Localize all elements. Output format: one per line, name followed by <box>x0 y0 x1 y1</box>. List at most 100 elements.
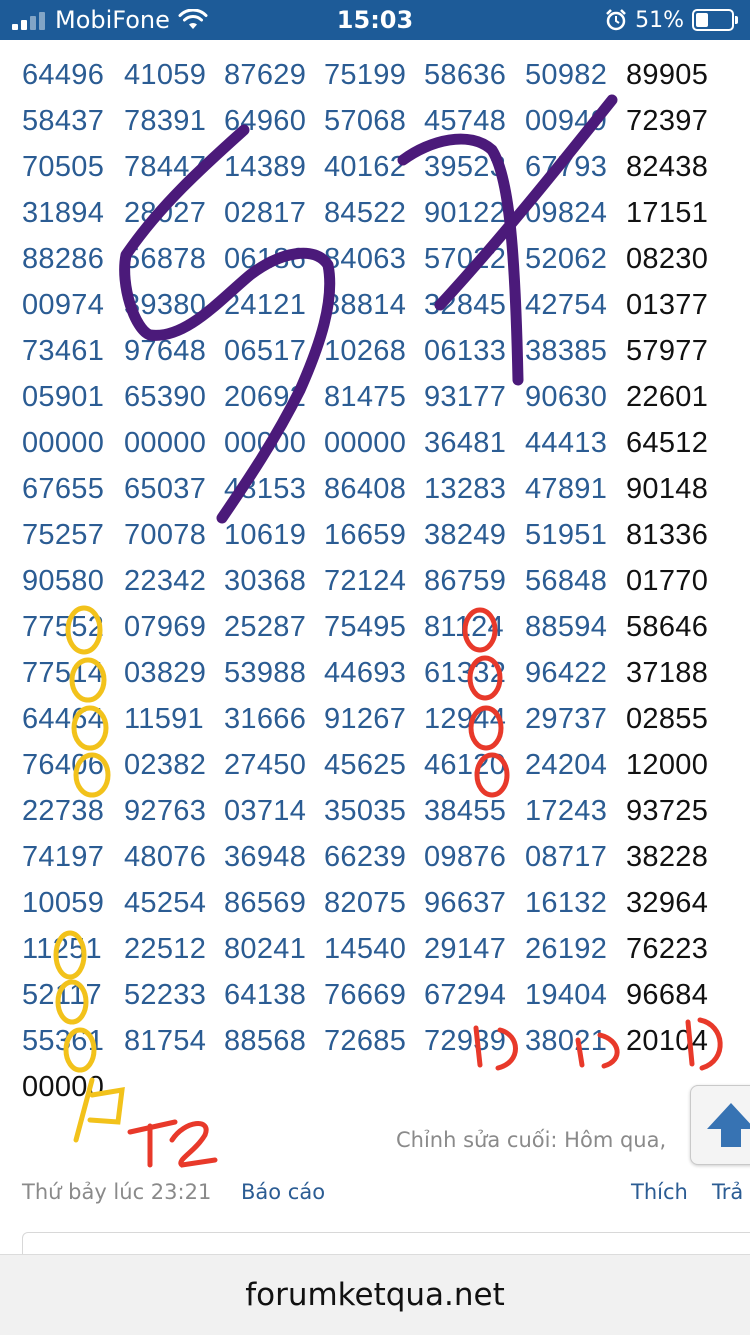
number-cell: 88814 <box>324 289 407 321</box>
number-cell: 77514 <box>22 657 105 689</box>
number-cell: 70078 <box>124 519 207 551</box>
number-row: 77514 03829 53988 44693 61332 96422 37188 <box>0 650 750 696</box>
number-cell: 16659 <box>324 519 407 551</box>
number-cell: 90122 <box>424 197 507 229</box>
number-cell: 11591 <box>124 703 204 735</box>
number-cell: 38249 <box>424 519 507 551</box>
number-cell: 78391 <box>124 105 207 137</box>
number-cell: 57022 <box>424 243 507 275</box>
number-cell: 67793 <box>525 151 608 183</box>
number-cell: 67294 <box>424 979 507 1011</box>
number-cell: 64138 <box>224 979 307 1011</box>
number-cell: 72124 <box>324 565 407 597</box>
number-cell: 88568 <box>224 1025 307 1057</box>
number-cell: 31894 <box>22 197 105 229</box>
number-cell: 06186 <box>224 243 307 275</box>
number-cell: 13283 <box>424 473 507 505</box>
number-cell: 48076 <box>124 841 207 873</box>
browser-address-bar[interactable]: forumketqua.net <box>0 1254 750 1335</box>
number-row: 00974 39380 24121 88814 32845 42754 01377 <box>0 282 750 328</box>
number-row: 76406 02382 27450 45625 46120 24204 12000 <box>0 742 750 788</box>
number-row: 55361 81754 88568 72685 72939 38021 20104 <box>0 1018 750 1064</box>
number-cell: 10059 <box>22 887 105 919</box>
number-cell: 67655 <box>22 473 105 505</box>
page-url: forumketqua.net <box>245 1277 505 1313</box>
number-cell: 39523 <box>424 151 507 183</box>
number-cell: 00949 <box>525 105 608 137</box>
number-cell: 90630 <box>525 381 608 413</box>
number-cell: 02382 <box>124 749 207 781</box>
number-cell: 42754 <box>525 289 608 321</box>
arrow-up-icon <box>707 1103 750 1147</box>
number-row: 10059 45254 86569 82075 96637 16132 32964 <box>0 880 750 926</box>
number-cell: 51951 <box>525 519 608 551</box>
number-cell: 36481 <box>424 427 507 459</box>
number-cell: 03829 <box>124 657 207 689</box>
number-cell: 96637 <box>424 887 507 919</box>
number-cell: 31666 <box>224 703 307 735</box>
number-cell: 03714 <box>224 795 307 827</box>
number-cell: 32845 <box>424 289 507 321</box>
number-cell: 38455 <box>424 795 507 827</box>
number-cell: 36948 <box>224 841 307 873</box>
number-cell: 72939 <box>424 1025 507 1057</box>
number-cell: 78447 <box>124 151 207 183</box>
like-link[interactable]: Thích <box>631 1180 688 1204</box>
results-number-grid: 64496 41059 87629 75199 58636 50982 89905 58437… <box>0 52 750 1110</box>
number-cell: 74197 <box>22 841 105 873</box>
number-row: 67655 65037 48153 86408 13283 47891 90148 <box>0 466 750 512</box>
number-row: 31894 28027 02817 84522 90122 09824 17151 <box>0 190 750 236</box>
battery-icon <box>692 9 738 31</box>
number-cell: 14389 <box>224 151 307 183</box>
number-cell: 75495 <box>324 611 407 643</box>
reply-link[interactable]: Trả <box>712 1180 743 1204</box>
number-row: 77552 07969 25287 75495 81124 88594 58646 <box>0 604 750 650</box>
edited-note: Chỉnh sửa cuối: Hôm qua, <box>396 1128 667 1152</box>
alarm-icon <box>606 9 626 31</box>
number-cell-last: 01770 <box>626 565 709 597</box>
number-cell: 88594 <box>525 611 608 643</box>
number-cell: 09824 <box>525 197 608 229</box>
number-cell: 72685 <box>324 1025 407 1057</box>
number-cell: 96422 <box>525 657 608 689</box>
scroll-to-top-button[interactable] <box>690 1085 750 1165</box>
number-cell: 00000 <box>124 427 207 459</box>
number-row: 64496 41059 87629 75199 58636 50982 89905 <box>0 52 750 98</box>
number-row: 70505 78447 14389 40162 39523 67793 82438 <box>0 144 750 190</box>
number-cell-last: 64512 <box>626 427 709 459</box>
number-cell: 92763 <box>124 795 207 827</box>
number-cell: 52117 <box>22 979 102 1011</box>
number-cell: 97648 <box>124 335 207 367</box>
number-cell-last: 38228 <box>626 841 709 873</box>
number-cell-last: 90148 <box>626 473 709 505</box>
number-cell: 44413 <box>525 427 608 459</box>
number-cell-last: 76223 <box>626 933 709 965</box>
number-cell: 00974 <box>22 289 105 321</box>
number-cell: 19404 <box>525 979 608 1011</box>
report-link[interactable]: Báo cáo <box>241 1180 325 1204</box>
number-row: 11251 22512 80241 14540 29147 26192 76223 <box>0 926 750 972</box>
number-cell: 11251 <box>22 933 102 965</box>
number-cell: 65390 <box>124 381 207 413</box>
number-cell-last: 93725 <box>626 795 709 827</box>
number-cell: 81754 <box>124 1025 207 1057</box>
number-cell: 81124 <box>424 611 504 643</box>
number-cell: 56848 <box>525 565 608 597</box>
number-row: 00000 00000 00000 00000 36481 44413 64512 <box>0 420 750 466</box>
number-cell: 45254 <box>124 887 207 919</box>
number-cell-last: 82438 <box>626 151 709 183</box>
number-cell-last: 72397 <box>626 105 709 137</box>
number-cell: 05901 <box>22 381 105 413</box>
number-cell: 66239 <box>324 841 407 873</box>
number-cell: 53988 <box>224 657 307 689</box>
number-cell: 28027 <box>124 197 207 229</box>
number-cell: 41059 <box>124 59 207 91</box>
number-row: 52117 52233 64138 76669 67294 19404 96684 <box>0 972 750 1018</box>
number-cell: 64496 <box>22 59 105 91</box>
number-cell: 00000 <box>224 427 307 459</box>
number-cell: 86569 <box>224 887 307 919</box>
number-cell: 82075 <box>324 887 407 919</box>
number-cell: 65037 <box>124 473 207 505</box>
number-cell: 64464 <box>22 703 105 735</box>
number-cell: 91267 <box>324 703 407 735</box>
